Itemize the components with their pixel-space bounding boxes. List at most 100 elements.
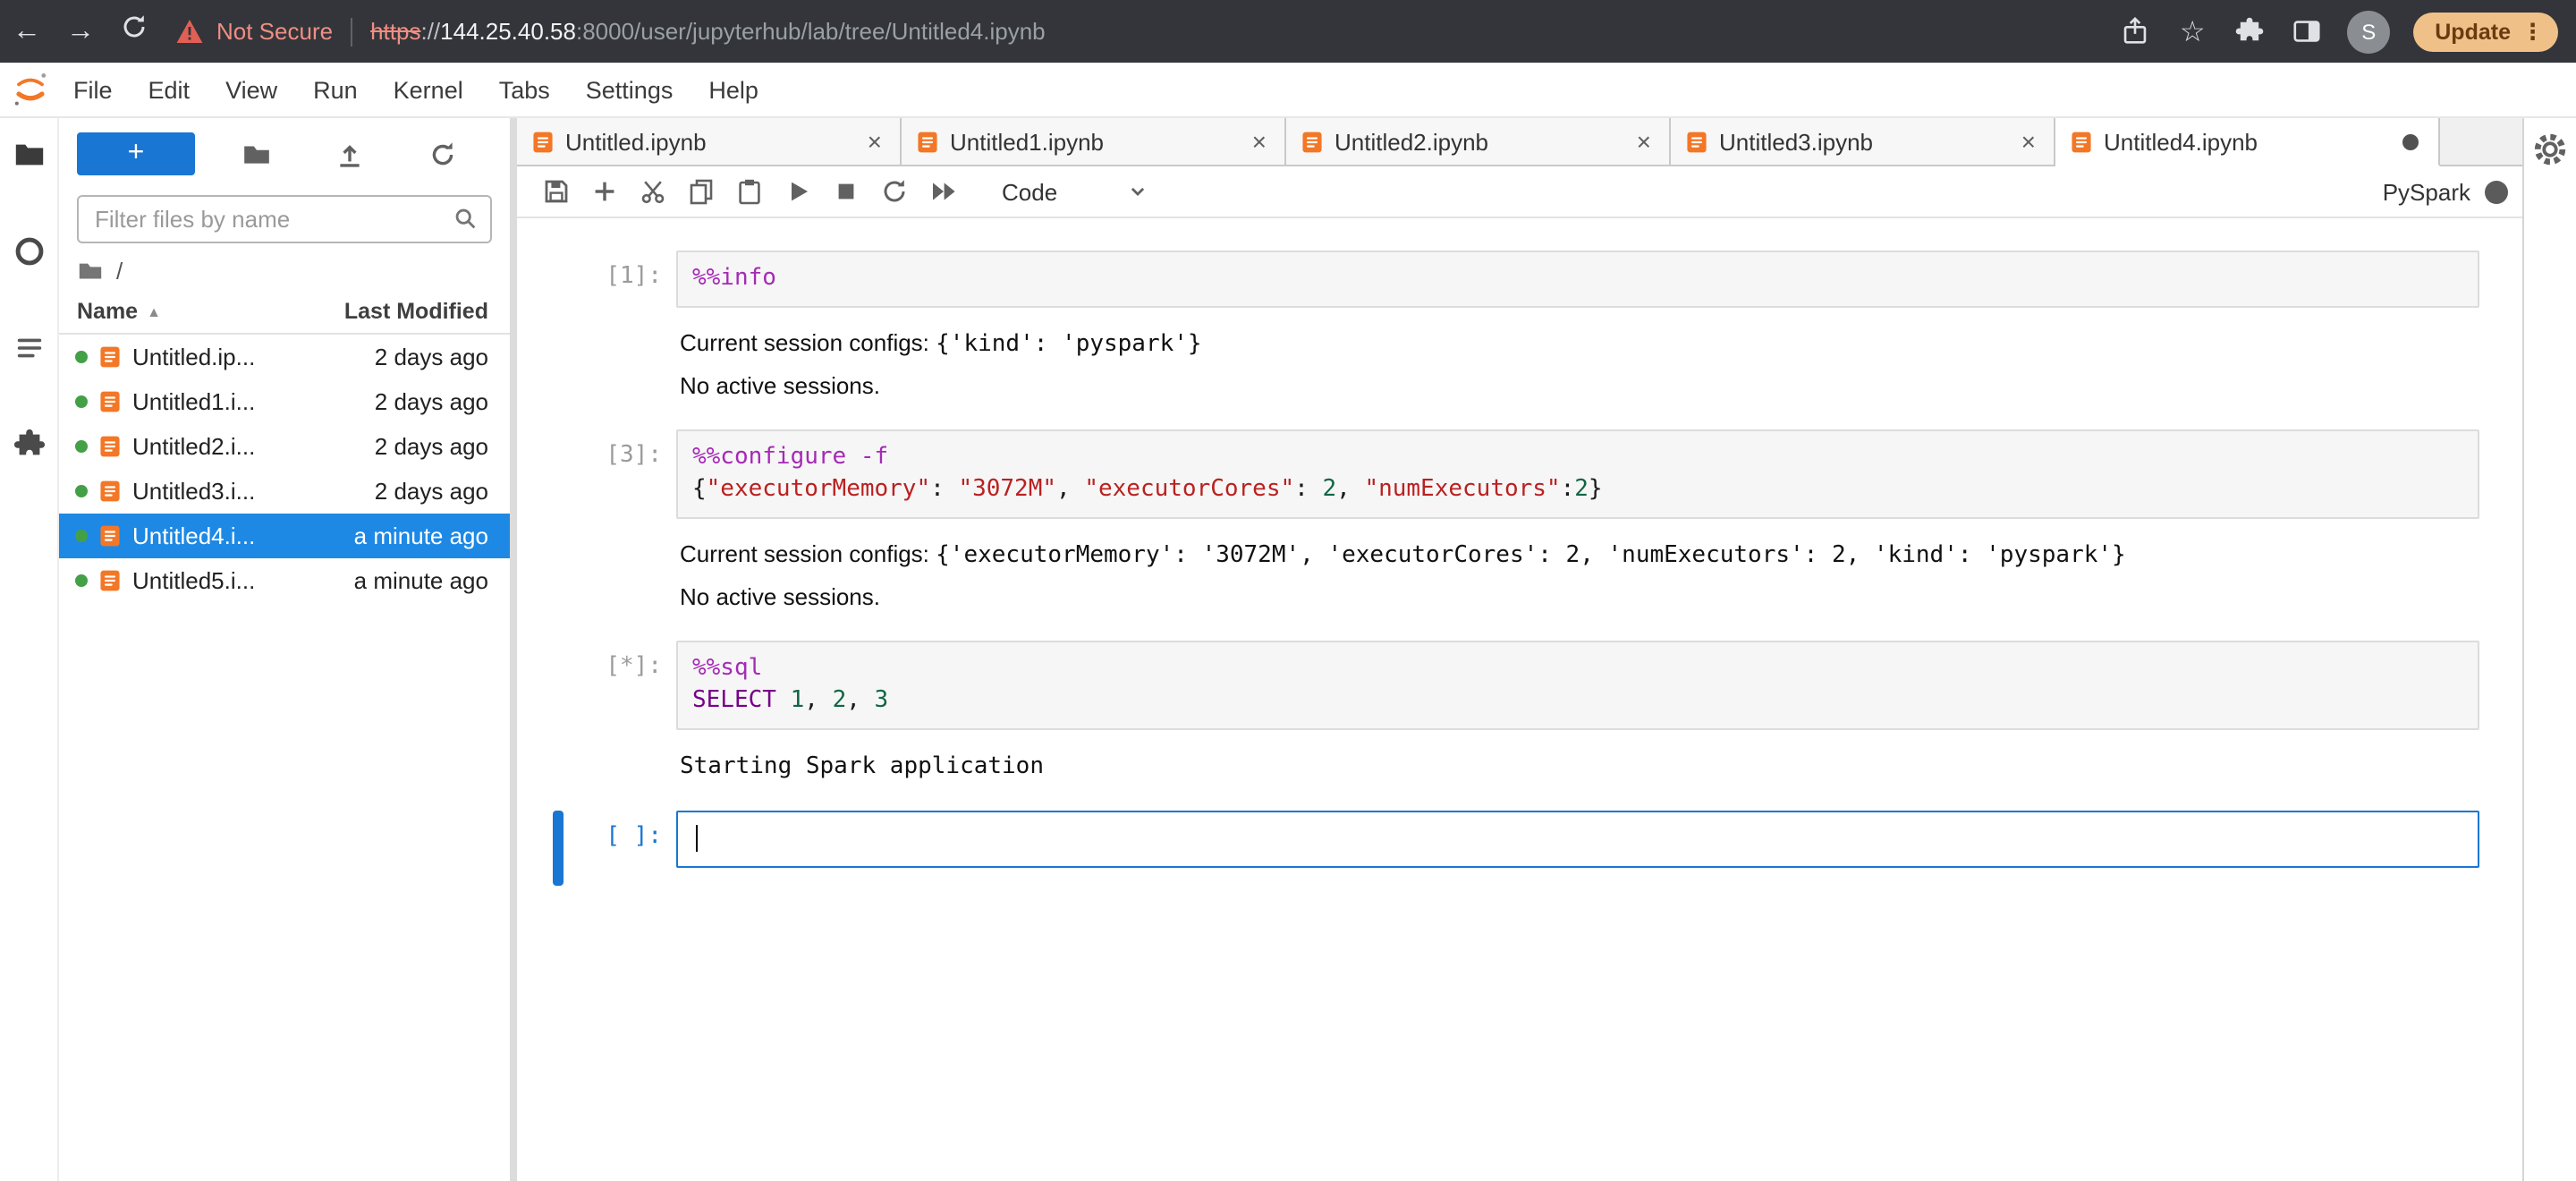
add-cell-icon[interactable] [580, 167, 628, 216]
file-browser-icon[interactable] [11, 136, 47, 172]
interrupt-kernel-icon[interactable] [821, 167, 869, 216]
notebook-cell: [1]: %%info Current session configs: {'kin… [517, 251, 2522, 404]
code-line: %%sql [692, 655, 763, 682]
sort-ascending-icon: ▲ [147, 303, 161, 319]
kernel-status-icon[interactable] [2485, 180, 2508, 203]
refresh-icon[interactable] [424, 136, 460, 172]
cell-collapser[interactable] [553, 429, 564, 616]
menu-run[interactable]: Run [295, 76, 376, 103]
tab-label: Untitled4.ipynb [2104, 128, 2258, 155]
cell-output: Starting Spark application [680, 753, 1044, 780]
filter-files-input[interactable] [77, 195, 492, 243]
cell-output: Current session configs: {'executorMemor… [680, 540, 2126, 569]
running-sessions-icon[interactable] [11, 233, 47, 268]
run-cell-icon[interactable] [773, 167, 821, 216]
restart-run-all-icon[interactable] [918, 167, 966, 216]
notebook-scroll-area[interactable]: [1]: %%info Current session configs: {'kin… [517, 218, 2522, 1181]
tab-close-icon[interactable]: × [1633, 127, 1655, 156]
menu-settings[interactable]: Settings [568, 76, 691, 103]
menu-view[interactable]: View [208, 76, 295, 103]
notebook-tab-icon [1301, 130, 1324, 153]
tab-Untitled4[interactable]: Untitled4.ipynb [2055, 118, 2440, 166]
panel-resize-handle[interactable] [510, 118, 517, 1181]
new-launcher-button[interactable]: + [77, 132, 195, 175]
tab-Untitled[interactable]: Untitled.ipynb × [517, 118, 902, 165]
restart-kernel-icon[interactable] [869, 167, 918, 216]
cell-editor[interactable] [676, 811, 2479, 868]
side-panel-icon[interactable] [2290, 14, 2324, 48]
address-bar[interactable]: Not Secure https://144.25.40.58:8000/use… [175, 17, 2118, 46]
cell-collapser[interactable] [553, 811, 564, 886]
cell-body [676, 811, 2479, 886]
notebook-toolbar: Code PySpark [517, 166, 2522, 218]
extensions-icon[interactable] [11, 426, 47, 462]
cell-collapser[interactable] [553, 251, 564, 404]
save-icon[interactable] [531, 167, 580, 216]
code-line: SELECT 1, 2, 3 [692, 687, 889, 714]
tab-Untitled2[interactable]: Untitled2.ipynb × [1286, 118, 1671, 165]
forward-icon[interactable]: → [54, 15, 107, 47]
menu-tabs[interactable]: Tabs [481, 76, 568, 103]
back-icon[interactable]: ← [0, 15, 54, 47]
main-layout: + Filter files by name / Name ▲ Last Mod… [0, 118, 2576, 1181]
right-sidebar [2522, 118, 2576, 1181]
paste-cells-icon[interactable] [724, 167, 773, 216]
address-separator [351, 17, 353, 46]
menu-edit[interactable]: Edit [131, 76, 208, 103]
share-icon[interactable] [2118, 14, 2152, 48]
file-row[interactable]: Untitled2.i... 2 days ago [59, 424, 510, 469]
reload-icon[interactable] [107, 13, 161, 50]
file-row[interactable]: Untitled5.i... a minute ago [59, 558, 510, 603]
text-cursor [696, 825, 699, 852]
bookmark-star-icon[interactable]: ☆ [2175, 14, 2209, 48]
cell-type-select[interactable]: Code [991, 178, 1161, 205]
cell-editor[interactable]: %%sql SELECT 1, 2, 3 [676, 641, 2479, 730]
table-of-contents-icon[interactable] [11, 329, 47, 365]
extensions-puzzle-icon[interactable] [2233, 14, 2267, 48]
file-row[interactable]: Untitled4.i... a minute ago [59, 514, 510, 558]
kernel-running-dot [75, 351, 88, 363]
tab-dirty-indicator [2402, 133, 2419, 149]
breadcrumb[interactable]: / [59, 251, 510, 295]
tab-Untitled1[interactable]: Untitled1.ipynb × [902, 118, 1286, 165]
kernel-name[interactable]: PySpark [2383, 178, 2470, 205]
menu-kernel[interactable]: Kernel [376, 76, 481, 103]
file-row[interactable]: Untitled1.i... 2 days ago [59, 379, 510, 424]
update-button[interactable]: Update ⋮ [2413, 12, 2558, 51]
kernel-running-dot [75, 440, 88, 453]
file-name: Untitled4.i... [132, 523, 256, 549]
chevron-down-icon [1125, 179, 1150, 204]
cell-editor[interactable]: %%configure -f {"executorMemory": "3072M"… [676, 429, 2479, 519]
cell-body: %%configure -f {"executorMemory": "3072M"… [676, 429, 2479, 616]
column-modified-header[interactable]: Last Modified [344, 299, 488, 324]
cut-cells-icon[interactable] [628, 167, 676, 216]
file-row[interactable]: Untitled3.i... 2 days ago [59, 469, 510, 514]
kebab-menu-icon[interactable]: ⋮ [2521, 18, 2544, 45]
cell-collapser[interactable] [553, 641, 564, 786]
code-line: %%configure -f [692, 444, 889, 471]
work-area: Untitled.ipynb × Untitled1.ipynb × Untitled2… [517, 118, 2522, 1181]
breadcrumb-root[interactable]: / [116, 258, 123, 285]
browser-chrome: ← → Not Secure https://144.25.40.58:8000… [0, 0, 2576, 63]
url-separator: :// [420, 18, 441, 45]
upload-icon[interactable] [331, 136, 367, 172]
file-row[interactable]: Untitled.ip... 2 days ago [59, 335, 510, 379]
copy-cells-icon[interactable] [676, 167, 724, 216]
tab-label: Untitled3.ipynb [1719, 128, 1873, 155]
gear-icon[interactable] [2531, 131, 2569, 168]
column-name-header[interactable]: Name ▲ [77, 299, 344, 324]
cell-editor[interactable]: %%info [676, 251, 2479, 308]
tab-Untitled3[interactable]: Untitled3.ipynb × [1671, 118, 2055, 165]
new-folder-icon[interactable] [238, 136, 274, 172]
search-icon [453, 206, 479, 242]
profile-avatar[interactable]: S [2347, 10, 2391, 53]
cell-prompt: [3]: [606, 442, 662, 469]
tab-bar: Untitled.ipynb × Untitled1.ipynb × Untitled2… [517, 118, 2522, 166]
tab-close-icon[interactable]: × [864, 127, 886, 156]
tab-close-icon[interactable]: × [1249, 127, 1270, 156]
menu-help[interactable]: Help [691, 76, 776, 103]
menu-file[interactable]: File [55, 76, 131, 103]
tab-label: Untitled2.ipynb [1335, 128, 1488, 155]
screen: ← → Not Secure https://144.25.40.58:8000… [0, 0, 2576, 1181]
tab-close-icon[interactable]: × [2018, 127, 2039, 156]
